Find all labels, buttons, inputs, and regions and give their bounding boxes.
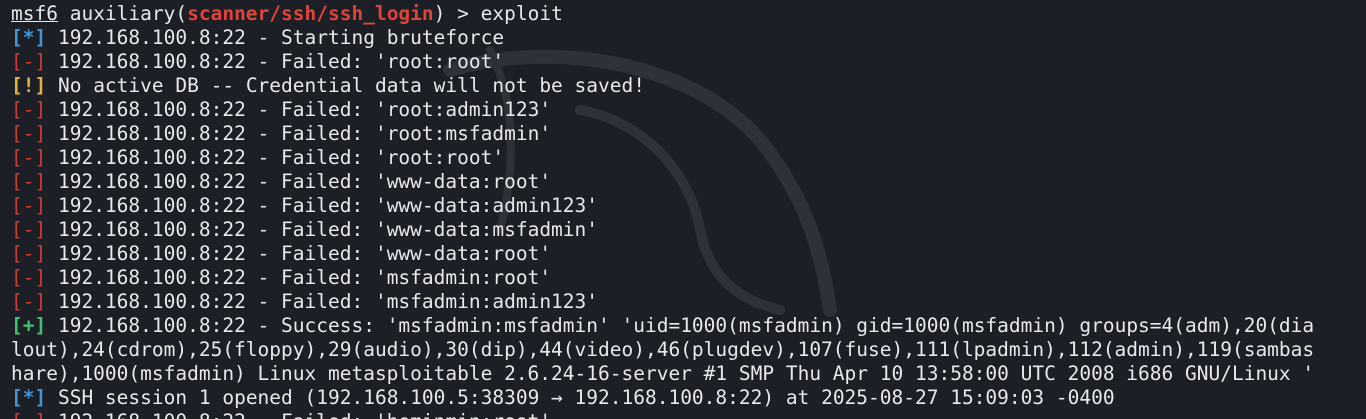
output-line: [-] 192.168.100.8:22 - Failed: 'msfadmin…: [11, 290, 1366, 314]
prompt-prefix: auxiliary(: [57, 2, 188, 25]
output-text: 192.168.100.8:22 - Failed: 'www-data:adm…: [46, 194, 599, 217]
prompt-msf: msf6: [11, 2, 58, 25]
output-line: [!] No active DB -- Credential data will…: [11, 74, 1366, 98]
error-tag: [-]: [11, 410, 46, 419]
output-line: hare),1000(msfadmin) Linux metasploitabl…: [11, 362, 1366, 386]
error-tag: [-]: [11, 242, 47, 265]
info-tag: [*]: [11, 386, 47, 409]
output-text: 192.168.100.8:22 - Failed: 'msfadmin:roo…: [46, 266, 552, 289]
error-tag: [-]: [11, 146, 47, 169]
output-text: 192.168.100.8:22 - Failed: 'www-data:msf…: [46, 218, 599, 241]
output-text: lout),24(cdrom),25(floppy),29(audio),30(…: [11, 338, 1315, 361]
output-text: 192.168.100.8:22 - Failed: 'root:root': [46, 50, 505, 73]
output-text: 192.168.100.8:22 - Starting bruteforce: [46, 26, 505, 49]
error-tag: [-]: [11, 218, 47, 241]
output-line: [*] 192.168.100.8:22 - Starting brutefor…: [11, 26, 1366, 50]
prompt-command: exploit: [480, 2, 563, 25]
success-tag: [+]: [11, 314, 47, 337]
output-text: 192.168.100.8:22 - Failed: 'root:msfadmi…: [46, 122, 552, 145]
output-line: [-] 192.168.100.8:22 - Failed: 'www-data…: [11, 242, 1366, 266]
prompt-suffix: ) >: [433, 2, 481, 25]
output-text: 192.168.100.8:22 - Failed: 'msfadmin:adm…: [46, 290, 599, 313]
error-tag: [-]: [11, 266, 47, 289]
error-tag: [-]: [11, 170, 47, 193]
output-text: 192.168.100.8:22 - Failed: 'root:root': [46, 146, 505, 169]
error-tag: [-]: [11, 50, 47, 73]
prompt-module: scanner/ssh/ssh_login: [187, 2, 434, 25]
output-text: 192.168.100.8:22 - Failed: 'heminmin:roo…: [46, 410, 551, 419]
terminal-window[interactable]: msf6 auxiliary(scanner/ssh/ssh_login) > …: [0, 0, 1366, 419]
output-line: [*] SSH session 1 opened (192.168.100.5:…: [11, 386, 1366, 410]
output-line: [-] 192.168.100.8:22 - Failed: 'msfadmin…: [11, 266, 1366, 290]
output-line: [-] 192.168.100.8:22 - Failed: 'root:msf…: [11, 122, 1366, 146]
error-tag: [-]: [11, 194, 47, 217]
output-text: 192.168.100.8:22 - Failed: 'root:admin12…: [46, 98, 552, 121]
output-line: [-] 192.168.100.8:22 - Failed: 'www-data…: [11, 170, 1366, 194]
output-line: [-] 192.168.100.8:22 - Failed: 'root:adm…: [11, 98, 1366, 122]
error-tag: [-]: [11, 290, 47, 313]
output-line: [-] 192.168.100.8:22 - Failed: 'heminmin…: [11, 410, 1366, 419]
error-tag: [-]: [11, 122, 47, 145]
output-line: [-] 192.168.100.8:22 - Failed: 'www-data…: [11, 218, 1366, 242]
output-line: [+] 192.168.100.8:22 - Success: 'msfadmi…: [11, 314, 1366, 338]
output-text: 192.168.100.8:22 - Success: 'msfadmin:ms…: [46, 314, 1315, 337]
output-text: No active DB -- Credential data will not…: [46, 74, 645, 97]
output-text: 192.168.100.8:22 - Failed: 'www-data:roo…: [46, 242, 552, 265]
output-text: 192.168.100.8:22 - Failed: 'www-data:roo…: [46, 170, 552, 193]
output-line: [-] 192.168.100.8:22 - Failed: 'root:roo…: [11, 50, 1366, 74]
warning-tag: [!]: [11, 74, 47, 97]
info-tag: [*]: [11, 26, 47, 49]
output-text: SSH session 1 opened (192.168.100.5:3830…: [46, 386, 1115, 409]
error-tag: [-]: [11, 98, 47, 121]
output-line: lout),24(cdrom),25(floppy),29(audio),30(…: [11, 338, 1366, 362]
output-line: [-] 192.168.100.8:22 - Failed: 'www-data…: [11, 194, 1366, 218]
output-line: [-] 192.168.100.8:22 - Failed: 'root:roo…: [11, 146, 1366, 170]
prompt-line: msf6 auxiliary(scanner/ssh/ssh_login) > …: [11, 2, 1366, 26]
output-text: hare),1000(msfadmin) Linux metasploitabl…: [11, 362, 1315, 385]
